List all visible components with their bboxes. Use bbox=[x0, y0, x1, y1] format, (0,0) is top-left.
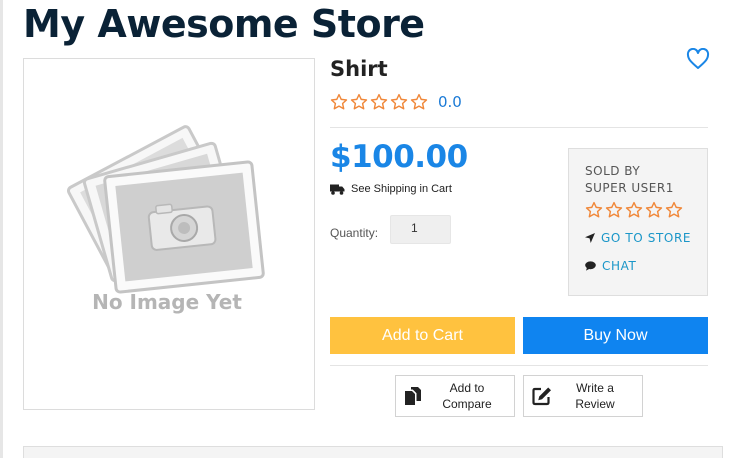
rating-value[interactable]: 0.0 bbox=[438, 93, 462, 111]
review-label-line1: Write a bbox=[576, 381, 614, 395]
shipping-text: See Shipping in Cart bbox=[351, 183, 452, 195]
product-star-rating bbox=[330, 93, 428, 111]
sold-by-label: SOLD BY bbox=[585, 164, 641, 178]
star-outline-icon bbox=[625, 201, 643, 218]
bottom-panel bbox=[23, 446, 723, 458]
seller-star-rating bbox=[585, 201, 683, 219]
star-outline-icon bbox=[350, 93, 368, 110]
chat-link[interactable]: CHAT bbox=[585, 259, 636, 273]
star-outline-icon bbox=[410, 93, 428, 110]
add-to-compare-button[interactable]: Add to Compare bbox=[395, 375, 515, 417]
no-image-placeholder-icon: No Image Yet bbox=[66, 125, 265, 314]
go-to-store-label: GO TO STORE bbox=[601, 231, 692, 245]
star-outline-icon bbox=[645, 201, 663, 218]
seller-panel: SOLD BY SUPER USER1 GO TO STORE CHAT bbox=[568, 148, 708, 296]
quantity-input[interactable] bbox=[390, 215, 451, 244]
buy-now-button[interactable]: Buy Now bbox=[523, 317, 708, 354]
quantity-label: Quantity: bbox=[330, 226, 379, 240]
location-arrow-icon bbox=[585, 233, 595, 243]
edit-icon bbox=[532, 387, 551, 406]
star-outline-icon bbox=[390, 93, 408, 110]
star-outline-icon bbox=[665, 201, 683, 218]
divider bbox=[330, 365, 708, 366]
page-left-border bbox=[0, 0, 3, 458]
product-image: No Image Yet bbox=[23, 58, 315, 410]
chat-label: CHAT bbox=[602, 259, 637, 273]
copy-icon bbox=[405, 387, 421, 405]
write-review-button[interactable]: Write a Review bbox=[523, 375, 643, 417]
star-outline-icon bbox=[585, 201, 603, 218]
compare-label-line2: Compare bbox=[442, 397, 492, 411]
store-title: My Awesome Store bbox=[23, 2, 425, 46]
wishlist-heart-icon[interactable] bbox=[686, 47, 710, 70]
go-to-store-link[interactable]: GO TO STORE bbox=[585, 231, 691, 245]
star-outline-icon bbox=[370, 93, 388, 110]
shipping-info[interactable]: See Shipping in Cart bbox=[330, 183, 452, 195]
product-rating: 0.0 bbox=[330, 92, 462, 112]
divider bbox=[330, 127, 708, 128]
no-image-text: No Image Yet bbox=[92, 290, 242, 314]
star-outline-icon bbox=[330, 93, 348, 110]
product-price: $100.00 bbox=[330, 139, 468, 175]
seller-name: SUPER USER1 bbox=[585, 181, 674, 195]
product-title: Shirt bbox=[330, 57, 388, 81]
review-label-line2: Review bbox=[575, 397, 615, 411]
comment-icon bbox=[585, 261, 596, 271]
star-outline-icon bbox=[605, 201, 623, 218]
compare-label-line1: Add to bbox=[449, 381, 485, 395]
add-to-cart-button[interactable]: Add to Cart bbox=[330, 317, 515, 354]
truck-icon bbox=[330, 184, 345, 195]
